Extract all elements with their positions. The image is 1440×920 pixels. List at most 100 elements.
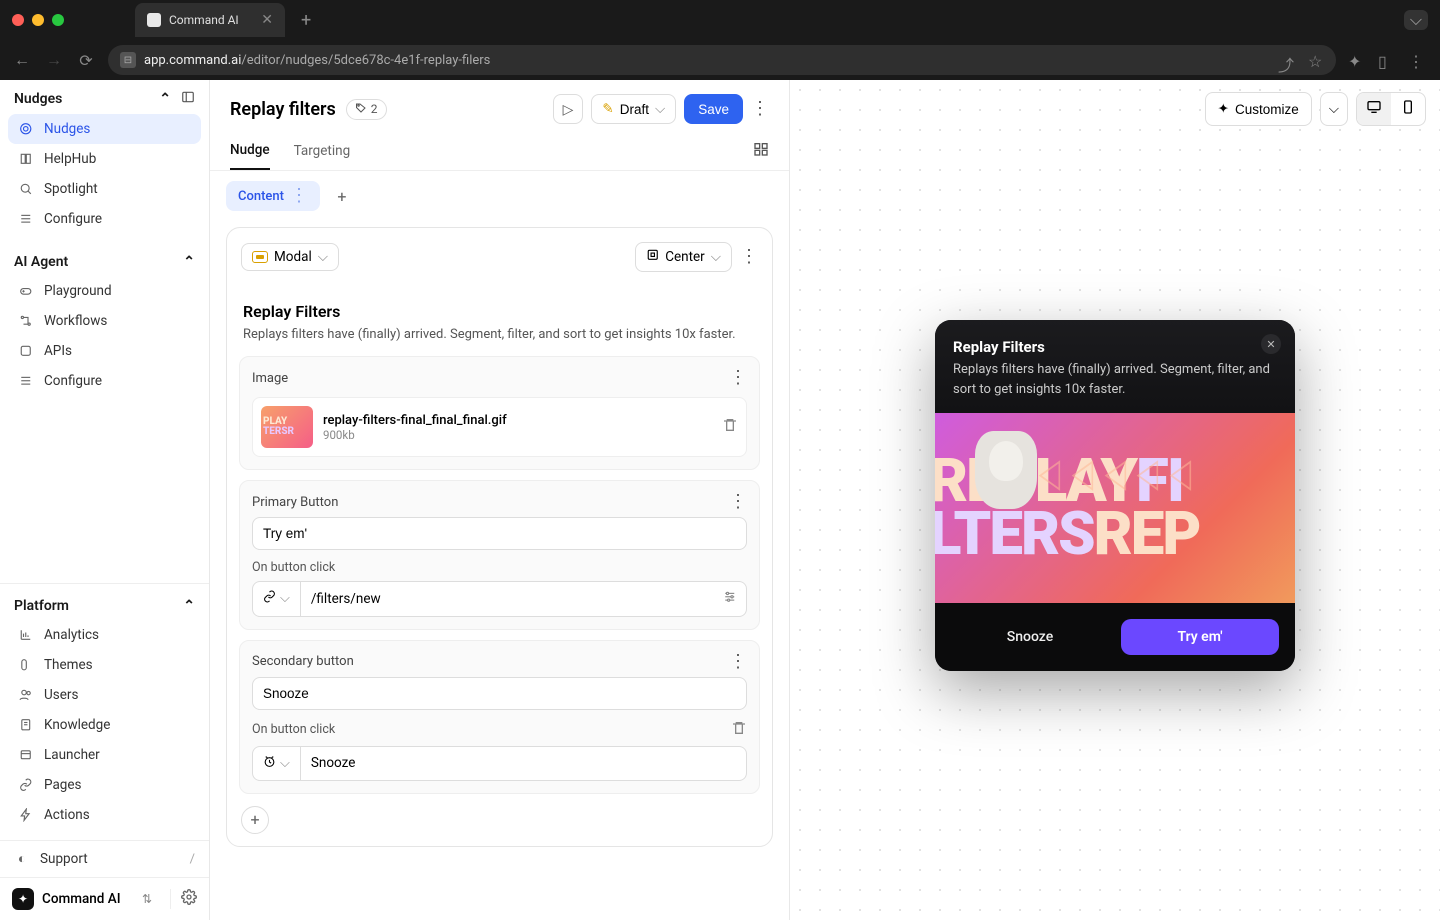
nav-label: Configure <box>44 373 102 389</box>
settings-gear-icon[interactable] <box>170 889 197 909</box>
sidebar-item-configure[interactable]: Configure <box>8 204 201 234</box>
action-value-input[interactable]: Snooze <box>301 746 747 781</box>
brand-name: Command AI <box>42 891 134 907</box>
support-shortcut: / <box>190 852 195 867</box>
nav-label: Launcher <box>44 747 100 763</box>
bookmark-icon[interactable]: ☆ <box>1308 52 1324 68</box>
sidebar-item-pages[interactable]: Pages <box>8 770 201 800</box>
secondary-label-input[interactable] <box>252 677 747 710</box>
heading-title: Replay Filters <box>243 302 756 321</box>
sidebar-item-helphub[interactable]: HelpHub <box>8 144 201 174</box>
customize-caret[interactable]: ⌵ <box>1320 92 1348 126</box>
extensions-icon[interactable]: ✦ <box>1348 52 1364 68</box>
modal-primary-button[interactable]: Try em' <box>1121 619 1279 655</box>
play-button[interactable]: ▷ <box>553 94 584 124</box>
customize-button[interactable]: ✦ Customize <box>1205 92 1312 126</box>
window-controls <box>12 14 64 26</box>
sidebar-item-apis[interactable]: APIs <box>8 336 201 366</box>
block-menu-button[interactable]: ⋮ <box>729 369 747 387</box>
url-bar[interactable]: ⊟ app.command.ai/editor/nudges/5dce678c-… <box>108 45 1336 75</box>
sliders-icon <box>18 211 34 227</box>
sidebar-item-themes[interactable]: Themes <box>8 650 201 680</box>
window-maximize[interactable] <box>52 14 64 26</box>
nav-back-button[interactable]: ← <box>12 50 32 70</box>
chip-menu-icon[interactable]: ⋮ <box>290 187 308 205</box>
delete-image-button[interactable] <box>722 417 738 437</box>
sidebar-item-users[interactable]: Users <box>8 680 201 710</box>
sidepanel-icon[interactable]: ▯ <box>1378 52 1394 68</box>
card-menu-button[interactable]: ⋮ <box>740 248 758 266</box>
nav-forward-button[interactable]: → <box>44 50 64 70</box>
site-info-icon[interactable]: ⊟ <box>120 52 136 68</box>
chevron-up-icon[interactable]: ⌃ <box>159 91 171 107</box>
close-tab-icon[interactable]: ✕ <box>261 12 273 28</box>
heading-block[interactable]: Replay Filters Replays filters have (fin… <box>239 292 760 347</box>
tab-targeting[interactable]: Targeting <box>294 133 351 169</box>
browser-menu-icon[interactable]: ⋮ <box>1408 52 1424 68</box>
image-file-row[interactable]: PLAYTERSR replay-filters-final_final_fin… <box>252 397 747 457</box>
bolt-icon <box>18 807 34 823</box>
modal-type-dropdown[interactable]: Modal ⌵ <box>241 243 339 271</box>
share-icon[interactable]: ⤴ <box>1278 52 1294 68</box>
action-type-dropdown[interactable]: ⌵ <box>252 746 301 781</box>
mobile-device-button[interactable] <box>1391 93 1425 125</box>
sidebar-section-agent[interactable]: AI Agent ⌃ <box>0 244 209 276</box>
action-value: /filters/new <box>311 591 381 607</box>
sidebar-item-workflows[interactable]: Workflows <box>8 306 201 336</box>
chevron-down-icon: ⌵ <box>280 591 290 606</box>
tab-nudge[interactable]: Nudge <box>230 132 270 170</box>
new-tab-button[interactable]: + <box>301 10 311 31</box>
add-step-button[interactable]: + <box>328 182 356 210</box>
nav-label: Themes <box>44 657 93 673</box>
sidebar-section-nudges[interactable]: Nudges ⌃ <box>0 80 209 114</box>
add-block-button[interactable]: + <box>241 806 269 834</box>
chevron-down-icon: ⌵ <box>711 249 721 265</box>
chevron-up-icon[interactable]: ⌃ <box>183 598 195 614</box>
more-menu-button[interactable]: ⋮ <box>751 100 769 118</box>
action-type-dropdown[interactable]: ⌵ <box>252 581 301 617</box>
block-menu-button[interactable]: ⋮ <box>729 493 747 511</box>
nav-label: Spotlight <box>44 181 98 197</box>
sidebar-item-playground[interactable]: Playground <box>8 276 201 306</box>
modal-hero-image: ◁◁◁◁◁ REPLAYFI LTERSREP <box>935 413 1295 603</box>
position-dropdown[interactable]: Center ⌵ <box>635 242 732 272</box>
panel-collapse-icon[interactable] <box>181 90 195 108</box>
chevron-up-icon[interactable]: ⌃ <box>183 254 195 270</box>
section-label: Platform <box>14 598 69 614</box>
sidebar-item-knowledge[interactable]: Knowledge <box>8 710 201 740</box>
sidebar-item-configure[interactable]: Configure <box>8 366 201 396</box>
content-chip[interactable]: Content ⋮ <box>226 181 320 211</box>
support-label: Support <box>40 851 88 867</box>
modal-title: Replay Filters <box>953 338 1277 356</box>
tabs-menu-button[interactable]: ⌵ <box>1404 10 1428 30</box>
chevron-down-icon: ⌵ <box>655 101 665 117</box>
sidebar-item-nudges[interactable]: Nudges <box>8 114 201 144</box>
modal-close-button[interactable]: ✕ <box>1261 334 1281 354</box>
sidebar-item-support[interactable]: ◐Support / <box>0 840 209 877</box>
sidebar-item-spotlight[interactable]: Spotlight <box>8 174 201 204</box>
layout-icon[interactable] <box>753 141 769 161</box>
tag-count-pill[interactable]: 2 <box>346 99 387 120</box>
window-close[interactable] <box>12 14 24 26</box>
delete-action-button[interactable] <box>731 720 747 740</box>
sidebar-item-actions[interactable]: Actions <box>8 800 201 830</box>
action-value-input[interactable]: /filters/new <box>301 581 747 617</box>
sidebar-section-platform[interactable]: Platform ⌃ <box>0 588 209 620</box>
nav-reload-button[interactable]: ⟳ <box>76 51 96 70</box>
sidebar-item-launcher[interactable]: Launcher <box>8 740 201 770</box>
block-menu-button[interactable]: ⋮ <box>729 653 747 671</box>
url-text: app.command.ai/editor/nudges/5dce678c-4e… <box>144 53 490 68</box>
workspace-switcher[interactable]: ✦ Command AI ⇅ <box>0 877 209 920</box>
nav-label: Playground <box>44 283 112 299</box>
primary-label-input[interactable] <box>252 517 747 550</box>
window-minimize[interactable] <box>32 14 44 26</box>
status-dropdown[interactable]: ✎ Draft ⌵ <box>591 94 676 124</box>
desktop-device-button[interactable] <box>1357 93 1391 125</box>
tag-count: 2 <box>371 102 378 116</box>
sidebar-item-analytics[interactable]: Analytics <box>8 620 201 650</box>
modal-secondary-button[interactable]: Snooze <box>951 619 1109 655</box>
save-button[interactable]: Save <box>684 94 743 124</box>
nav-label: APIs <box>44 343 72 359</box>
browser-tab[interactable]: Command AI ✕ <box>135 3 285 37</box>
sliders-icon[interactable] <box>723 590 737 608</box>
